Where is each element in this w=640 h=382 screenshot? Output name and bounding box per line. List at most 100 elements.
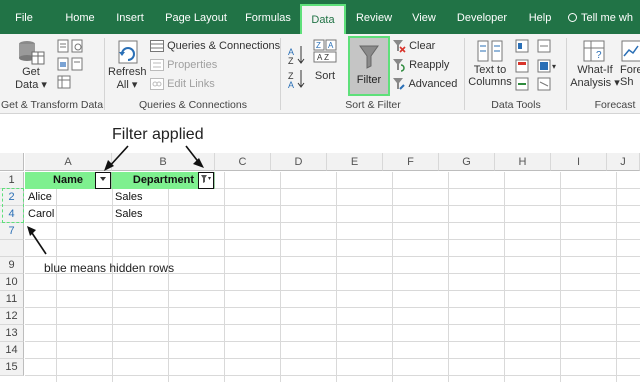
ribbon-separator xyxy=(464,38,465,110)
what-if-analysis-button[interactable]: ? What-If Analysis ▾ xyxy=(570,38,620,89)
group-forecast-label: Forecast xyxy=(594,99,636,111)
tab-view[interactable]: View xyxy=(406,0,442,34)
group-sort-filter-label: Sort & Filter xyxy=(345,99,401,111)
text-to-label: Text to xyxy=(473,64,507,76)
row-header[interactable]: 13 xyxy=(0,325,24,342)
ribbon-body: Get Data ▾ Get & Transform Data Refresh … xyxy=(0,34,640,114)
chevron-down-icon: ▾ xyxy=(131,79,138,91)
group-data-tools-label: Data Tools xyxy=(491,99,541,111)
column-header-f[interactable]: F xyxy=(383,153,439,171)
column-header-b[interactable]: B xyxy=(112,153,215,171)
tab-help[interactable]: Help xyxy=(522,0,558,34)
row-header[interactable]: 10 xyxy=(0,274,24,291)
column-header-e[interactable]: E xyxy=(327,153,383,171)
hidden-rows-note: blue means hidden rows xyxy=(44,261,175,275)
tab-formulas[interactable]: Formulas xyxy=(240,0,296,34)
name-filter-dropdown[interactable] xyxy=(95,172,111,189)
chevron-down-icon: ▾ xyxy=(41,79,47,91)
columns-label: Columns xyxy=(468,76,512,88)
sort-button[interactable]: Z A A Z Sort xyxy=(310,38,340,82)
tab-data[interactable]: Data xyxy=(300,4,346,34)
fore-label: Fore xyxy=(620,64,640,76)
svg-text:A Z: A Z xyxy=(317,53,329,62)
tab-page-layout[interactable]: Page Layout xyxy=(160,0,232,34)
tab-insert[interactable]: Insert xyxy=(108,0,152,34)
column-header-g[interactable]: G xyxy=(439,153,495,171)
lightbulb-icon xyxy=(568,13,577,22)
column-header-c[interactable]: C xyxy=(215,153,271,171)
group-queries-label: Queries & Connections xyxy=(139,99,247,111)
row-header[interactable]: 12 xyxy=(0,308,24,325)
reapply-button[interactable]: Reapply xyxy=(392,56,449,74)
text-to-columns-button[interactable]: Text to Columns xyxy=(466,38,514,88)
edit-links-label: Edit Links xyxy=(167,78,215,90)
refresh-label: Refresh xyxy=(108,66,147,78)
refresh-icon xyxy=(118,40,138,64)
department-filter-dropdown[interactable] xyxy=(198,172,214,189)
sort-az-icons[interactable]: A Z Z A xyxy=(286,42,310,90)
dropdown-arrow-icon xyxy=(100,177,106,181)
what-if-label: What-If xyxy=(577,64,613,76)
select-all-corner[interactable] xyxy=(0,153,24,171)
clear-button[interactable]: Clear xyxy=(392,37,435,55)
edit-links-button[interactable]: Edit Links xyxy=(150,75,215,93)
reapply-label: Reapply xyxy=(409,59,450,71)
refresh-all-button[interactable]: Refresh All ▾ xyxy=(108,38,147,91)
tab-developer[interactable]: Developer xyxy=(452,0,512,34)
data-tools-small-icons[interactable]: ▾ xyxy=(514,38,560,94)
tab-review[interactable]: Review xyxy=(352,0,396,34)
header-name-label: Name xyxy=(53,174,83,186)
get-data-small-icons[interactable] xyxy=(56,38,100,94)
advanced-button[interactable]: Advanced xyxy=(392,75,457,93)
svg-text:A: A xyxy=(328,41,334,50)
properties-button[interactable]: Properties xyxy=(150,56,217,74)
ribbon-separator xyxy=(104,38,105,110)
get-data-label-2: Data xyxy=(15,79,39,91)
database-icon xyxy=(19,41,45,65)
tab-file[interactable]: File xyxy=(6,0,42,34)
ribbon-separator xyxy=(566,38,567,110)
queries-connections-button[interactable]: Queries & Connections xyxy=(150,37,280,55)
tell-me-box[interactable]: Tell me wh xyxy=(568,0,633,34)
column-header-i[interactable]: I xyxy=(551,153,607,171)
cell-a2[interactable]: Alice xyxy=(25,189,112,206)
row-header[interactable] xyxy=(0,240,24,257)
column-header-j[interactable]: J xyxy=(607,153,640,171)
column-header-a[interactable]: A xyxy=(25,153,112,171)
clear-filter-icon xyxy=(393,40,406,53)
link-icon xyxy=(150,78,164,91)
cell-b2[interactable]: Sales xyxy=(112,189,215,206)
filter-applied-annotation: Filter applied xyxy=(112,126,204,143)
row-header[interactable]: 11 xyxy=(0,291,24,308)
filter-applied-icon xyxy=(201,175,211,183)
header-department-label: Department xyxy=(132,174,194,186)
queries-connections-label: Queries & Connections xyxy=(167,40,281,52)
row-header[interactable]: 15 xyxy=(0,359,24,376)
reapply-icon xyxy=(393,59,405,72)
column-header-h[interactable]: H xyxy=(495,153,551,171)
analysis-label: Analysis xyxy=(570,77,612,89)
refresh-all-label: All xyxy=(116,79,129,91)
what-if-icon: ? xyxy=(583,40,605,62)
svg-text:A: A xyxy=(288,80,294,90)
column-header-d[interactable]: D xyxy=(271,153,327,171)
tell-me-label: Tell me wh xyxy=(581,12,633,24)
cell-a4[interactable]: Carol xyxy=(25,206,112,223)
forecast-icon xyxy=(621,40,640,62)
filter-button[interactable]: Filter xyxy=(348,36,390,96)
forecast-sheet-button[interactable]: Fore Sh xyxy=(620,38,640,88)
text-to-columns-icon xyxy=(477,40,503,62)
cell-b4[interactable]: Sales xyxy=(112,206,215,223)
properties-label: Properties xyxy=(167,59,218,71)
queries-icon xyxy=(150,40,164,53)
get-data-button[interactable]: Get Data ▾ xyxy=(8,38,54,91)
filter-label: Filter xyxy=(356,74,382,86)
advanced-filter-icon xyxy=(393,78,405,90)
tab-home[interactable]: Home xyxy=(58,0,102,34)
row-header-filtered[interactable]: 7 xyxy=(0,223,24,240)
svg-text:▾: ▾ xyxy=(552,62,556,71)
row-header[interactable]: 1 xyxy=(0,172,24,189)
sort-icon: Z A A Z xyxy=(313,39,337,63)
row-header[interactable]: 14 xyxy=(0,342,24,359)
row-header[interactable]: 9 xyxy=(0,257,24,274)
